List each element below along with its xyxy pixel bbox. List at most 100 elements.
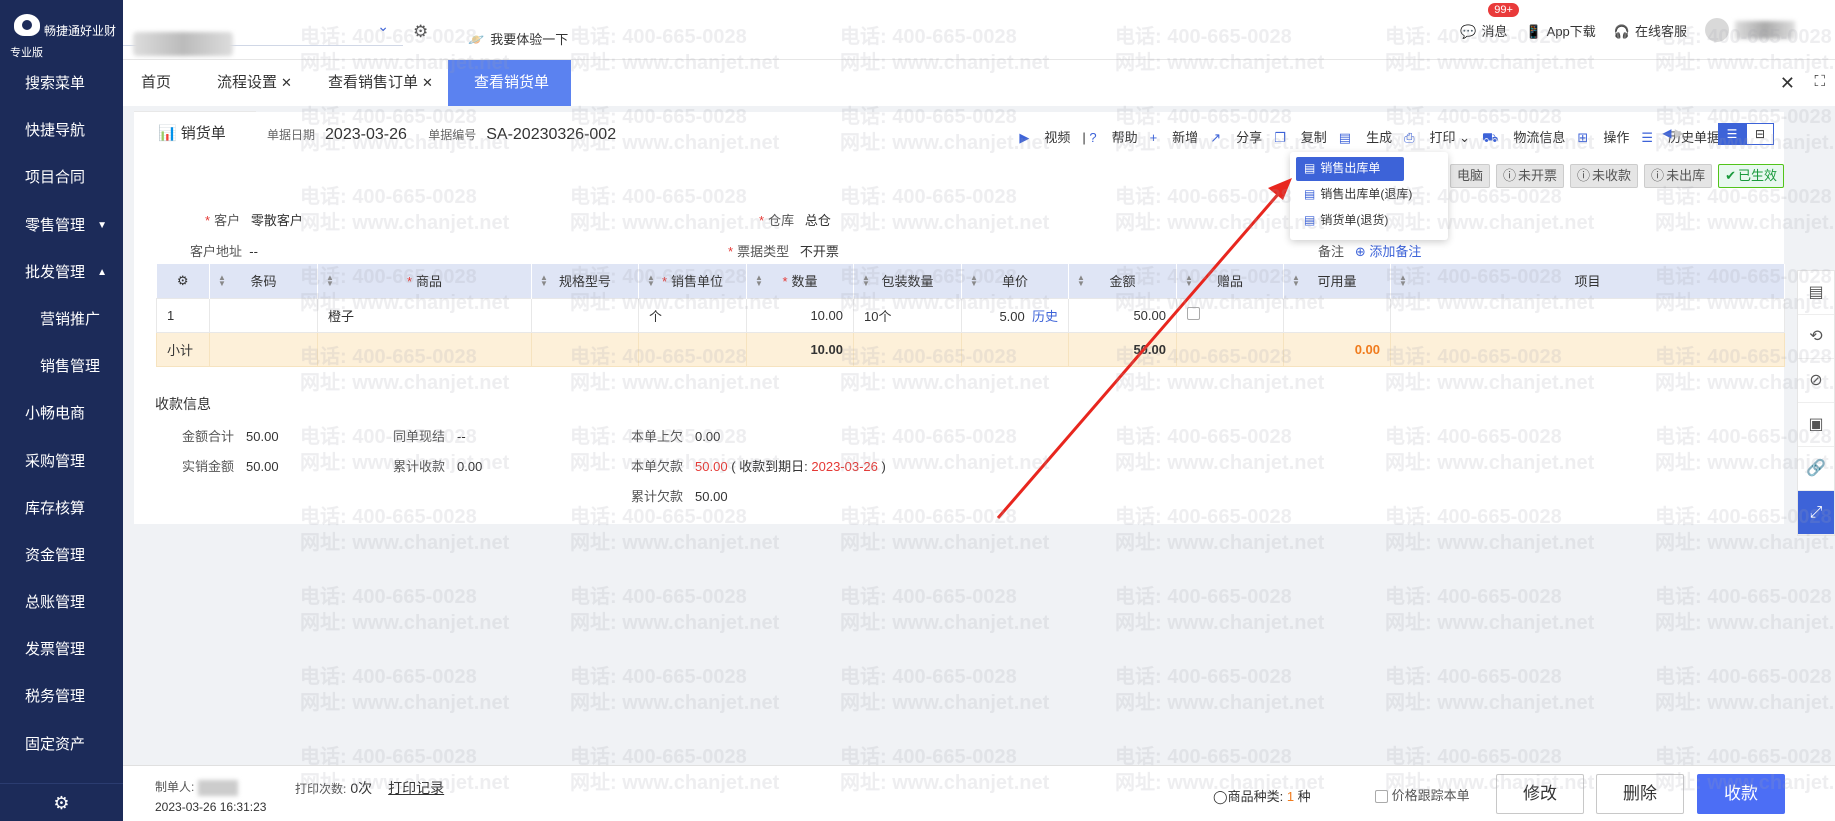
next-arrow-icon[interactable]: ▶ [1675, 126, 1684, 140]
warehouse-value[interactable]: 总仓 [805, 213, 831, 228]
col-project[interactable]: ▲ ▼ 项目 [1390, 264, 1785, 298]
address-value[interactable]: -- [249, 244, 258, 259]
try-experience-link[interactable]: 🪐 我要体验一下 [468, 29, 568, 48]
col-product[interactable]: ▲ ▼ * 商品 [317, 264, 532, 298]
print-record-link[interactable]: 打印记录 [388, 780, 444, 796]
generate-button[interactable]: ▤ 生成 [1339, 127, 1392, 148]
sidebar-item-marketing[interactable]: 营销推广 [0, 296, 123, 343]
col-qty[interactable]: ▲ ▼ * 数量 [746, 264, 854, 298]
cell-product[interactable]: 橙子 [317, 297, 532, 333]
sidebar-item-retail[interactable]: 零售管理 ▼ [0, 202, 123, 249]
cell-barcode[interactable] [209, 297, 318, 333]
watermark-text: 网址: www.chanjet.net [1385, 532, 1595, 554]
card-view-icon[interactable]: ⊟ [1746, 123, 1774, 145]
sidebar-item-invoice[interactable]: 发票管理 [0, 626, 123, 673]
sidebar-item-quick-nav[interactable]: 快捷导航 [0, 107, 123, 154]
voucher-icon[interactable]: ▣ [1798, 403, 1834, 447]
cell-project[interactable] [1390, 297, 1785, 333]
help-button[interactable]: | ? 帮助 [1082, 127, 1137, 148]
col-barcode[interactable]: ▲ ▼ 条码 [209, 264, 318, 298]
gen-sales-delivery-return[interactable]: ▤ 销货单(退货) [1296, 209, 1442, 233]
sidebar-item-wholesale[interactable]: 批发管理 ▲ [0, 249, 123, 296]
owe-icon[interactable]: ⊘ [1798, 359, 1834, 403]
gear-icon[interactable]: ⚙ [413, 22, 428, 42]
customer-value[interactable]: 零散客户 [251, 213, 303, 228]
operations-button[interactable]: ⊞ 操作 [1577, 127, 1629, 148]
price-history-link[interactable]: 历史 [1032, 309, 1058, 324]
sidebar-item-fixed-assets[interactable]: 固定资产 [0, 721, 123, 768]
user-name-redacted[interactable] [1735, 21, 1795, 39]
gen-sales-outbound[interactable]: ▤ 销售出库单 [1296, 157, 1404, 181]
table-row[interactable]: 1 橙子 个 10.00 10个 5.00 历史 50.00 [156, 297, 1785, 333]
app-logo[interactable]: 畅捷通好业财 专业版 [0, 0, 123, 60]
sidebar-item-project-contract[interactable]: 项目合同 [0, 154, 123, 201]
fullscreen-icon[interactable]: ⛶ [1814, 73, 1825, 90]
notes-icon[interactable]: ▤ [1798, 271, 1834, 315]
expand-icon[interactable]: ⤢ [1798, 491, 1834, 535]
col-amount[interactable]: ▲ ▼ 金额 [1068, 264, 1177, 298]
col-price[interactable]: ▲ ▼ 单价 [961, 264, 1069, 298]
attachment-icon[interactable]: 🔗 [1798, 447, 1834, 491]
close-all-tabs-icon[interactable]: ✕ [1780, 73, 1795, 94]
gen-sales-outbound-return[interactable]: ▤ 销售出库单(退库) [1296, 183, 1442, 207]
close-icon[interactable]: ✕ [422, 75, 433, 90]
print-button[interactable]: ⎙ 打印 ⌄ [1404, 127, 1470, 148]
sidebar-item-search[interactable]: 搜索菜单 [0, 60, 123, 107]
sort-icon: ▲ ▼ [1292, 273, 1300, 288]
copy-button[interactable]: ❐ 复制 [1274, 127, 1327, 148]
share-button[interactable]: ↗ 分享 [1210, 127, 1262, 148]
sidebar-item-ledger[interactable]: 总账管理 [0, 579, 123, 626]
account-selector[interactable]: ⌄ [123, 14, 403, 56]
prev-arrow-icon[interactable]: ◀ [1662, 126, 1671, 140]
sidebar-item-tax[interactable]: 税务管理 [0, 673, 123, 720]
cell-amount[interactable]: 50.00 [1068, 297, 1177, 333]
sidebar-item-funds[interactable]: 资金管理 [0, 532, 123, 579]
cell-qty[interactable]: 10.00 [746, 297, 854, 333]
cell-spec[interactable] [531, 297, 639, 333]
close-icon[interactable]: ✕ [281, 75, 292, 90]
logistics-button[interactable]: ⛟ 物流信息 [1482, 127, 1565, 148]
sidebar-item-purchase[interactable]: 采购管理 [0, 438, 123, 485]
avatar[interactable] [1705, 18, 1729, 42]
tab-flow-settings[interactable]: 流程设置 ✕ [207, 60, 302, 106]
cell-pack[interactable]: 10个 [853, 297, 962, 333]
col-available[interactable]: ▲ ▼ 可用量 [1283, 264, 1391, 298]
gift-checkbox[interactable] [1187, 307, 1200, 320]
cell-gift[interactable] [1176, 297, 1284, 333]
add-remark-link[interactable]: ⊕ 添加备注 [1355, 244, 1422, 259]
tab-view-sales-order[interactable]: 查看销售订单 ✕ [318, 60, 443, 106]
delete-button[interactable]: 删除 [1596, 774, 1684, 814]
cell-price[interactable]: 5.00 历史 [961, 297, 1069, 333]
history-icon[interactable]: ⟲ [1798, 315, 1834, 359]
col-gift[interactable]: ▲ ▼ 赠品 [1176, 264, 1284, 298]
col-spec[interactable]: ▲ ▼ 规格型号 [531, 264, 639, 298]
doc-type-tab[interactable]: 📊 销货单 [134, 112, 256, 155]
tab-view-sales-delivery[interactable]: 查看销货单✕ [448, 60, 571, 136]
messages-button[interactable]: 💬 消息 99+ [1460, 2, 1519, 40]
doc-nav-arrows[interactable]: ◀ ▶ [1662, 126, 1684, 140]
column-settings-icon[interactable]: ⚙ [156, 264, 210, 298]
watermark-text: 电话: 400-665-0028 [1115, 586, 1292, 608]
sidebar-item-sales[interactable]: 销售管理 [0, 343, 123, 390]
collect-payment-button[interactable]: 收款 [1697, 774, 1785, 814]
online-service-button[interactable]: 🎧 在线客服 [1614, 21, 1687, 40]
tab-home[interactable]: 首页 [131, 60, 181, 106]
status-badge: ✔ 已生效 [1718, 164, 1784, 188]
video-button[interactable]: ▶ 视频 [1019, 127, 1070, 148]
settings-gear-icon[interactable]: ⚙ [0, 783, 123, 821]
price-track-toggle[interactable]: 价格跟踪本单 [1375, 785, 1470, 804]
app-download-button[interactable]: 📱 App下载 [1525, 21, 1595, 40]
price-track-checkbox[interactable] [1375, 790, 1388, 804]
sidebar-item-inventory[interactable]: 库存核算 [0, 485, 123, 532]
cell-unit[interactable]: 个 [638, 297, 747, 333]
invoice-type-value[interactable]: 不开票 [800, 244, 839, 259]
list-view-icon[interactable]: ☰ [1718, 123, 1746, 145]
sidebar-item-ecommerce[interactable]: 小畅电商 [0, 390, 123, 437]
add-button[interactable]: + 新增 [1150, 127, 1199, 148]
alert-icon: ⓘ [1651, 168, 1665, 183]
edit-button[interactable]: 修改 [1496, 774, 1584, 814]
col-unit[interactable]: ▲ ▼ * 销售单位 [638, 264, 747, 298]
doc-no-label: 单据编号 [428, 128, 477, 142]
col-pack[interactable]: ▲ ▼ 包装数量 [853, 264, 962, 298]
payment-owe: 本单欠款 50.00 ( 收款到期日: 2023-03-26 ) [631, 459, 886, 474]
